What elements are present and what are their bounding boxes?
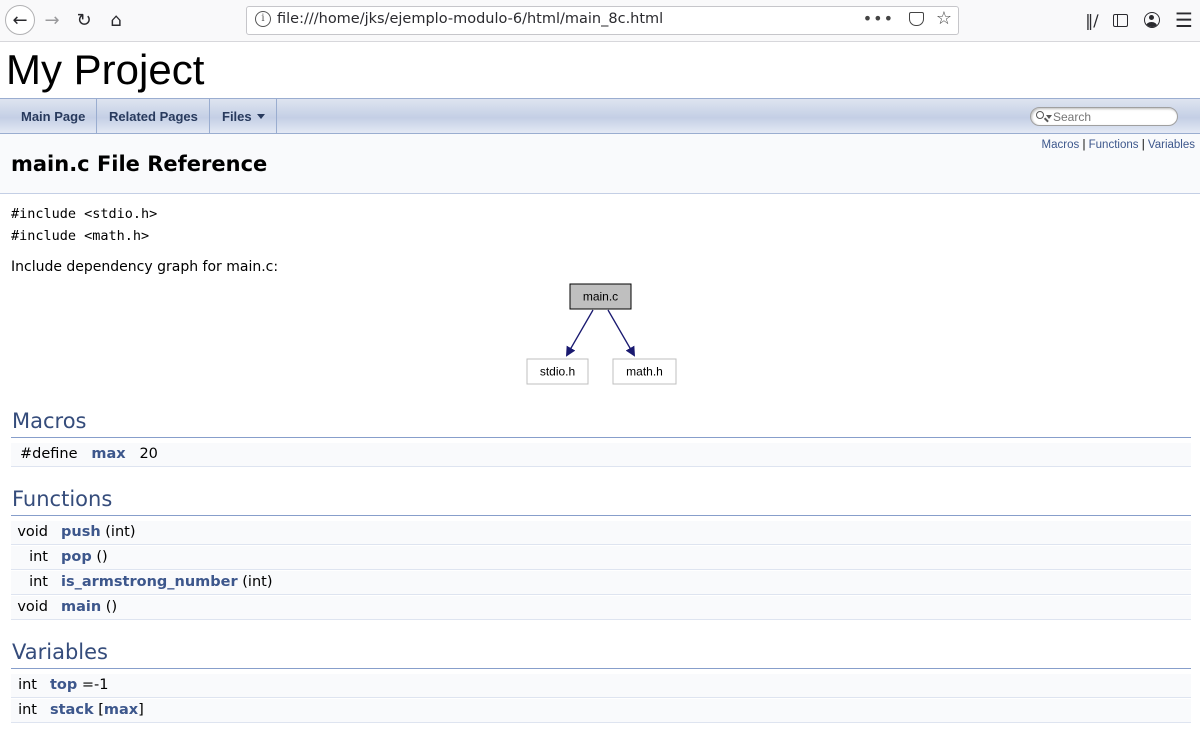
return-type: int bbox=[29, 549, 48, 565]
return-type: void bbox=[17, 524, 48, 540]
return-type: int bbox=[29, 574, 48, 590]
macro-link-max[interactable]: max bbox=[104, 702, 138, 718]
function-link-main[interactable]: main bbox=[61, 599, 101, 615]
tab-label[interactable]: Related Pages bbox=[109, 109, 198, 124]
macro-value: 20 bbox=[139, 446, 158, 462]
function-args: (int) bbox=[242, 574, 273, 590]
variable-initializer: =-1 bbox=[81, 677, 109, 693]
search-input[interactable] bbox=[1053, 109, 1173, 124]
tab-label[interactable]: Main Page bbox=[21, 109, 85, 124]
summary-links: Macros | Functions | Variables bbox=[1042, 139, 1195, 151]
macro-row: #define max 20 bbox=[11, 443, 1191, 467]
function-row: int is_armstrong_number (int) bbox=[11, 571, 1191, 595]
search-box[interactable] bbox=[1030, 107, 1178, 126]
function-args: () bbox=[105, 599, 118, 615]
section-heading-variables: Variables bbox=[12, 640, 108, 664]
section-divider bbox=[11, 668, 1191, 669]
function-link-push[interactable]: push bbox=[61, 524, 101, 540]
section-divider bbox=[11, 437, 1191, 438]
variable-type: int bbox=[18, 702, 37, 718]
macro-link-max[interactable]: max bbox=[91, 446, 125, 462]
browser-toolbar: ← → ↻ ⌂ i file:///home/jks/ejemplo-modul… bbox=[0, 0, 1200, 42]
search-icon[interactable] bbox=[1036, 111, 1044, 119]
sidebar-toggle-icon[interactable] bbox=[1106, 6, 1134, 34]
hamburger-menu-icon[interactable]: ☰ bbox=[1170, 6, 1198, 34]
page-actions-icon[interactable]: ••• bbox=[863, 9, 894, 28]
pocket-icon[interactable] bbox=[909, 12, 924, 26]
function-link-pop[interactable]: pop bbox=[61, 549, 92, 565]
function-row: void main () bbox=[11, 596, 1191, 620]
dependency-arrow bbox=[565, 309, 594, 357]
graph-node-label[interactable]: math.h bbox=[626, 365, 663, 379]
dependency-arrow bbox=[607, 309, 636, 357]
function-row: void push (int) bbox=[11, 521, 1191, 545]
variable-link-top[interactable]: top bbox=[50, 677, 77, 693]
variable-type: int bbox=[18, 677, 37, 693]
include-line: #include <math.h> bbox=[11, 228, 150, 244]
chevron-down-icon[interactable] bbox=[1046, 115, 1052, 119]
forward-arrow-icon[interactable]: → bbox=[38, 6, 66, 34]
separator: | bbox=[1141, 139, 1145, 151]
tab-related-pages[interactable]: Related Pages bbox=[89, 99, 210, 133]
dependency-graph-caption: Include dependency graph for main.c: bbox=[11, 259, 279, 275]
summary-link-macros[interactable]: Macros bbox=[1042, 139, 1080, 151]
info-icon[interactable]: i bbox=[255, 11, 271, 27]
separator: | bbox=[1082, 139, 1086, 151]
bookmark-star-icon[interactable]: ☆ bbox=[936, 8, 952, 29]
variable-link-stack[interactable]: stack bbox=[50, 702, 94, 718]
bracket-close: ] bbox=[138, 702, 144, 718]
define-keyword: #define bbox=[20, 446, 78, 462]
tab-label[interactable]: Files bbox=[222, 109, 252, 124]
summary-link-variables[interactable]: Variables bbox=[1148, 139, 1195, 151]
home-icon[interactable]: ⌂ bbox=[102, 6, 130, 34]
function-row: int pop () bbox=[11, 546, 1191, 570]
back-arrow-icon[interactable]: ← bbox=[5, 5, 35, 35]
section-heading-macros: Macros bbox=[12, 409, 87, 433]
library-icon[interactable]: ‖∕ bbox=[1078, 6, 1106, 34]
account-icon[interactable] bbox=[1138, 6, 1166, 34]
nav-tabs: Main Page Related Pages Files bbox=[0, 98, 1200, 134]
function-link-is-armstrong-number[interactable]: is_armstrong_number bbox=[61, 574, 238, 590]
dependency-graph: main.c stdio.h math.h bbox=[526, 283, 677, 385]
url-text[interactable]: file:///home/jks/ejemplo-modulo-6/html/m… bbox=[277, 11, 663, 27]
dropdown-caret-icon[interactable] bbox=[256, 113, 265, 119]
section-heading-functions: Functions bbox=[12, 487, 113, 511]
tab-files[interactable]: Files bbox=[210, 99, 277, 133]
summary-link-functions[interactable]: Functions bbox=[1089, 139, 1139, 151]
reload-icon[interactable]: ↻ bbox=[70, 6, 98, 34]
include-line: #include <stdio.h> bbox=[11, 206, 158, 222]
project-title: My Project bbox=[6, 46, 205, 93]
tab-main-page[interactable]: Main Page bbox=[0, 99, 98, 133]
page-title: main.c File Reference bbox=[11, 152, 268, 176]
address-bar[interactable]: i file:///home/jks/ejemplo-modulo-6/html… bbox=[246, 6, 959, 35]
variable-row: int stack [max] bbox=[11, 699, 1191, 723]
function-args: () bbox=[96, 549, 108, 565]
function-args: (int) bbox=[105, 524, 136, 540]
graph-node-label[interactable]: stdio.h bbox=[540, 365, 575, 379]
section-divider bbox=[11, 515, 1191, 516]
return-type: void bbox=[17, 599, 48, 615]
page-header: Macros | Functions | Variables main.c Fi… bbox=[0, 134, 1200, 194]
graph-node-label: main.c bbox=[583, 290, 618, 304]
variable-row: int top =-1 bbox=[11, 674, 1191, 698]
